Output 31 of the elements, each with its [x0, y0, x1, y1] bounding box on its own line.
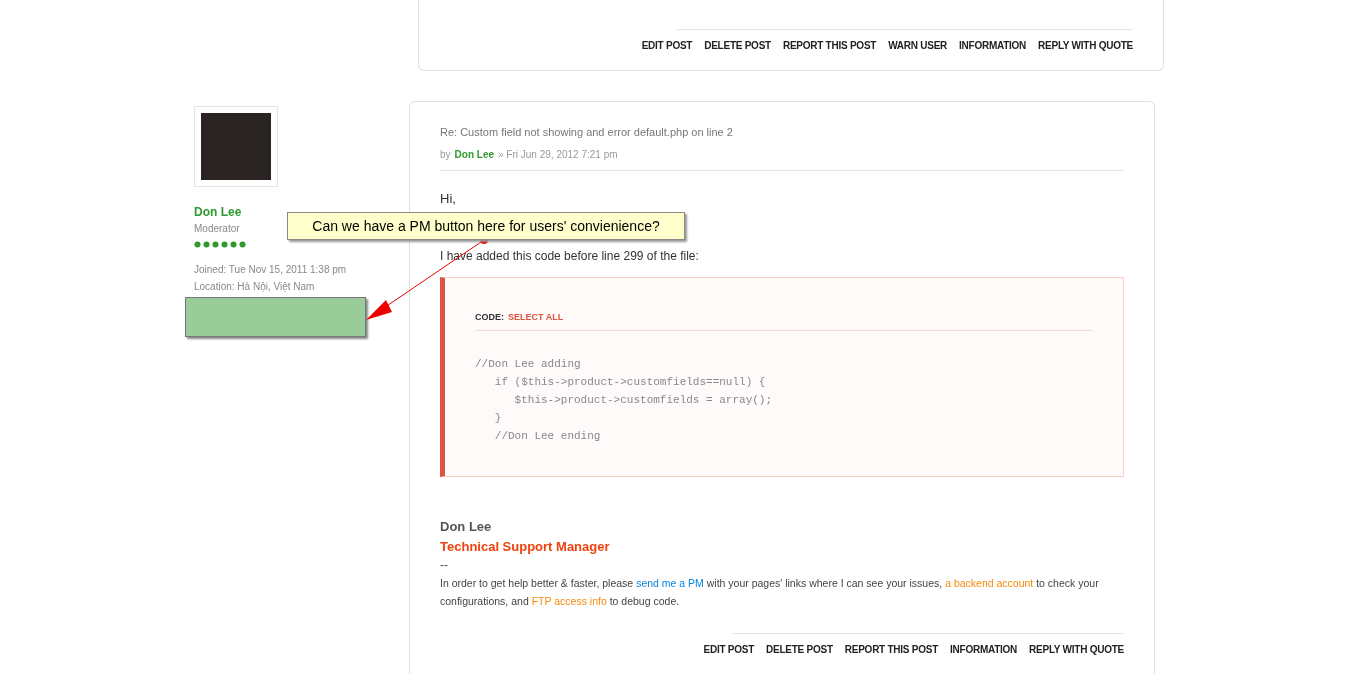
post-action-link[interactable]: REPLY WITH QUOTE: [1038, 38, 1133, 53]
code-label: CODE:: [475, 311, 504, 324]
joined-date: Joined: Tue Nov 15, 2011 1:38 pm: [194, 263, 348, 277]
signature-name: Don Lee: [440, 518, 493, 536]
signature-text: In order to get help better & faster, please send me a PM with your pages' links where I can see your issues, a backend account to check your configurations, and FTP access info to debug code.: [440, 576, 1100, 609]
author-location: Location: Hà Nội, Việt Nam: [194, 280, 316, 294]
send-pm-link[interactable]: send me a PM: [636, 577, 704, 589]
rank-dots-icon: [194, 241, 246, 248]
avatar-photo-placeholder: [201, 113, 271, 180]
post-action-link[interactable]: WARN USER: [888, 38, 948, 53]
post-date: » Fri Jun 29, 2012 7:21 pm: [498, 147, 618, 162]
signature-separator: --: [440, 557, 449, 574]
callout-note: Can we have a PM button here for users' convienience?: [287, 212, 685, 240]
post-action-link[interactable]: INFORMATION: [959, 38, 1027, 53]
code-text: //Don Lee adding if ($this->product->customfields==null) { $this->product->customfields = array(); } //Don Lee ending: [475, 356, 774, 444]
post-action-link[interactable]: REPORT THIS POST: [782, 38, 877, 53]
post-action-link[interactable]: EDIT POST: [703, 642, 755, 657]
post-title[interactable]: Re: Custom field not showing and error default.php on line 2: [440, 124, 1124, 141]
post-action-link[interactable]: INFORMATION: [950, 642, 1018, 657]
post-action-link[interactable]: REPORT THIS POST: [844, 642, 939, 657]
author-rank: Moderator: [194, 222, 240, 236]
byline-label: by: [440, 147, 451, 162]
post-action-link[interactable]: EDIT POST: [641, 38, 693, 53]
select-all-link[interactable]: SELECT ALL: [508, 311, 564, 325]
author-name[interactable]: Don Lee: [194, 203, 242, 221]
post-greeting: Hi,: [440, 189, 457, 208]
post-author-link[interactable]: Don Lee: [454, 146, 494, 162]
post-action-link[interactable]: DELETE POST: [766, 642, 833, 657]
post-action-link[interactable]: DELETE POST: [704, 38, 771, 53]
signature-title: Technical Support Manager: [440, 537, 611, 556]
post-action-link[interactable]: REPLY WITH QUOTE: [1029, 642, 1124, 657]
